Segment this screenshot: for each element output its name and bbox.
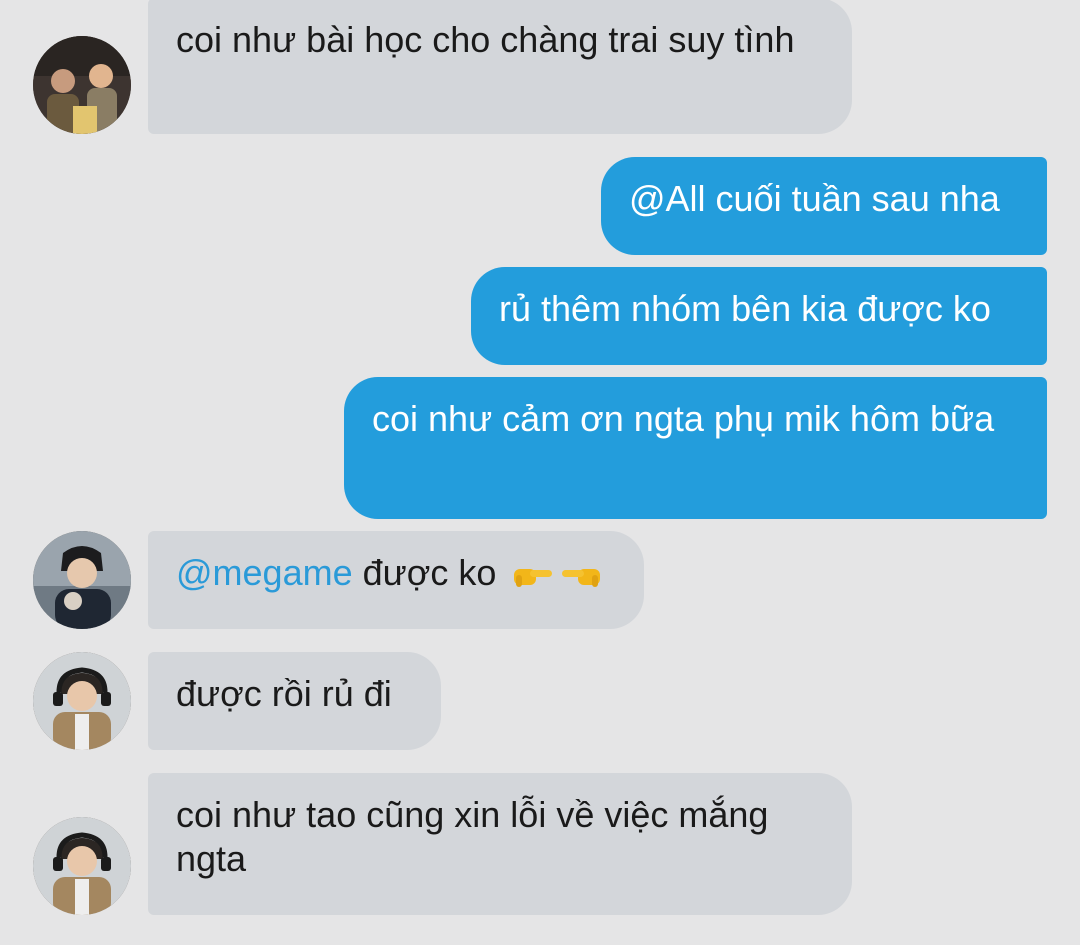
message-bubble[interactable]: @megame được ko — [148, 531, 644, 629]
message-bubble[interactable]: coi như bài học cho chàng trai suy tình — [148, 0, 852, 134]
pointing-left-emoji — [562, 569, 601, 587]
avatar[interactable] — [33, 652, 131, 750]
avatar[interactable] — [33, 36, 131, 134]
message-bubble[interactable]: rủ thêm nhóm bên kia được ko — [471, 267, 1047, 365]
message-bubble[interactable]: được rồi rủ đi — [148, 652, 441, 750]
avatar-photo-icon — [33, 531, 131, 629]
chat-thread: coi như bài học cho chàng trai suy tình … — [0, 0, 1080, 945]
message-text: coi như cảm ơn ngta phụ mik hôm bữa — [372, 398, 995, 439]
avatar[interactable] — [33, 531, 131, 629]
message-text: được ko — [352, 552, 497, 593]
message-bubble[interactable]: coi như cảm ơn ngta phụ mik hôm bữa — [344, 377, 1047, 519]
avatar-photo-icon — [33, 817, 131, 915]
avatar-photo-icon — [33, 36, 131, 134]
message-text: rủ thêm nhóm bên kia được ko — [499, 288, 991, 329]
mention-link[interactable]: @megame — [176, 552, 353, 593]
message-text: @All cuối tuần sau nha — [629, 178, 1000, 219]
pointing-right-emoji — [514, 569, 553, 587]
message-text: coi như tao cũng xin lỗi về việc mắng ng… — [176, 794, 769, 879]
message-text: coi như bài học cho chàng trai suy tình — [176, 19, 795, 60]
message-text: được rồi rủ đi — [176, 673, 392, 714]
message-bubble[interactable]: coi như tao cũng xin lỗi về việc mắng ng… — [148, 773, 852, 915]
message-bubble[interactable]: @All cuối tuần sau nha — [601, 157, 1047, 255]
avatar-photo-icon — [33, 652, 131, 750]
avatar[interactable] — [33, 817, 131, 915]
